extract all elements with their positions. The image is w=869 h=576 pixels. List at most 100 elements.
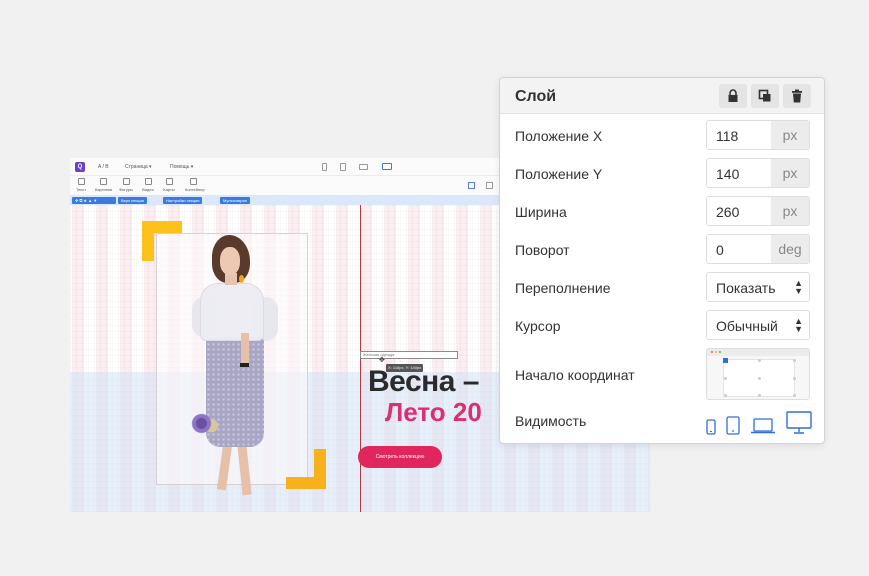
tool-shapes[interactable]: Фигуры — [118, 178, 134, 192]
origin-preview-bar — [707, 349, 809, 356]
window-dot-yellow — [715, 351, 717, 353]
origin-picker[interactable] — [706, 348, 810, 400]
page-menu[interactable]: Страница ▾ — [125, 164, 152, 170]
visibility-label: Видимость — [515, 413, 587, 429]
pos-y-unit: px — [771, 159, 809, 187]
desktop-preview-icon[interactable] — [382, 163, 392, 170]
ab-test-menu[interactable]: A / B — [98, 164, 109, 170]
delete-button[interactable] — [783, 84, 811, 108]
width-unit: px — [771, 197, 809, 225]
layer-panel: Слой Положение X 118 px Положение Y 140 … — [499, 77, 825, 444]
origin-anchor-center[interactable] — [758, 377, 761, 380]
origin-anchor-bottom-left[interactable] — [724, 394, 727, 397]
pos-x-field[interactable]: 118 px — [706, 120, 810, 150]
selected-text-box[interactable]: Женская одежда — [360, 351, 458, 359]
multiscreen-chip[interactable]: Мультиэкран — [220, 197, 250, 204]
origin-anchor-left[interactable] — [724, 377, 727, 380]
image-icon — [99, 178, 107, 185]
updown-arrows-icon: ▲ ▼ — [794, 316, 803, 334]
origin-anchor-bottom-right[interactable] — [793, 394, 796, 397]
tool-images[interactable]: Картинки — [95, 178, 112, 192]
panel-title: Слой — [515, 88, 557, 105]
pos-y-value[interactable]: 140 — [716, 166, 739, 182]
origin-anchor-top[interactable] — [758, 359, 761, 362]
origin-anchor-top-left[interactable] — [723, 358, 728, 363]
pos-y-field[interactable]: 140 px — [706, 158, 810, 188]
laptop-icon[interactable] — [750, 417, 776, 435]
duplicate-button[interactable] — [751, 84, 779, 108]
origin-anchor-right[interactable] — [793, 377, 796, 380]
lock-button[interactable] — [719, 84, 747, 108]
pos-x-unit: px — [771, 121, 809, 149]
tool-maps-label: Карты — [163, 187, 175, 192]
shape-icon — [122, 178, 130, 185]
section-settings-chip[interactable]: Настройки секции — [163, 197, 203, 204]
window-dot-red — [711, 351, 713, 353]
model-face — [220, 247, 240, 275]
origin-anchor-bottom[interactable] — [758, 394, 761, 397]
tool-shapes-label: Фигуры — [119, 187, 133, 192]
pos-x-label: Положение X — [515, 128, 603, 144]
page-menu-label: Страница — [125, 164, 148, 170]
updown-arrows-icon: ▲ ▼ — [794, 278, 803, 296]
pos-x-value[interactable]: 118 — [716, 128, 738, 144]
rotation-value[interactable]: 0 — [716, 242, 724, 258]
tool-text-label: Текст — [75, 187, 87, 192]
help-menu-label: Помощь — [170, 164, 190, 170]
coordinate-tooltip: X: 118px, Y: 140px — [386, 364, 424, 372]
help-menu[interactable]: Помощь ▾ — [170, 164, 193, 170]
phone-icon[interactable] — [706, 419, 716, 435]
window-dot-green — [719, 351, 721, 353]
corner-decoration-bottom[interactable] — [286, 449, 326, 489]
width-value[interactable]: 260 — [716, 204, 739, 220]
overflow-value: Показать — [716, 280, 776, 296]
cursor-value: Обычный — [716, 318, 778, 334]
phone-preview-icon[interactable] — [322, 163, 327, 171]
duplicate-icon — [758, 89, 771, 102]
model-blouse — [200, 283, 264, 341]
width-label: Ширина — [515, 204, 567, 220]
text-icon — [77, 178, 85, 185]
tool-video[interactable]: Видео — [140, 178, 156, 192]
collection-button[interactable]: Смотреть коллекцию — [358, 446, 442, 468]
tool-text[interactable]: Текст — [73, 178, 89, 192]
layers-icon[interactable] — [468, 182, 475, 189]
cursor-label: Курсор — [515, 318, 561, 334]
trash-icon — [792, 89, 802, 103]
tool-container[interactable]: Контейнер — [185, 178, 205, 192]
panel-header: Слой — [500, 78, 824, 114]
lock-icon — [728, 89, 738, 102]
tool-video-label: Видео — [142, 187, 154, 192]
origin-anchor-top-right[interactable] — [793, 359, 796, 362]
rotation-unit: deg — [771, 235, 809, 263]
align-icon[interactable] — [486, 182, 493, 189]
overflow-label: Переполнение — [515, 280, 611, 296]
tool-maps[interactable]: Карты — [161, 178, 177, 192]
map-icon — [165, 178, 173, 185]
container-icon — [189, 178, 197, 185]
tool-container-label: Контейнер — [185, 187, 205, 192]
tablet-preview-icon[interactable] — [340, 163, 346, 171]
tool-images-label: Картинки — [95, 187, 112, 192]
model-arm — [241, 333, 249, 367]
visibility-devices — [706, 409, 818, 435]
move-handle-icon[interactable]: ✥ — [379, 357, 385, 364]
origin-label: Начало координат — [515, 367, 635, 383]
model-earring — [239, 275, 244, 283]
section-top-chip[interactable]: Верх секции — [118, 197, 147, 204]
hero-subtitle[interactable]: Лето 20 — [385, 397, 482, 428]
section-tools-chip[interactable]: ✥ ⧉ ★ ▲ ▼ — [72, 197, 116, 204]
rotation-label: Поворот — [515, 242, 570, 258]
app-logo: Q — [75, 162, 85, 172]
laptop-preview-icon[interactable] — [359, 164, 368, 170]
cursor-select[interactable]: Обычный ▲ ▼ — [706, 310, 810, 340]
hero-title[interactable]: Весна – — [368, 365, 479, 399]
video-icon — [144, 178, 152, 185]
width-field[interactable]: 260 px — [706, 196, 810, 226]
model-watch — [240, 363, 249, 367]
rotation-field[interactable]: 0 deg — [706, 234, 810, 264]
desktop-icon[interactable] — [786, 411, 812, 435]
pos-y-label: Положение Y — [515, 166, 603, 182]
overflow-select[interactable]: Показать ▲ ▼ — [706, 272, 810, 302]
tablet-icon[interactable] — [726, 416, 740, 435]
